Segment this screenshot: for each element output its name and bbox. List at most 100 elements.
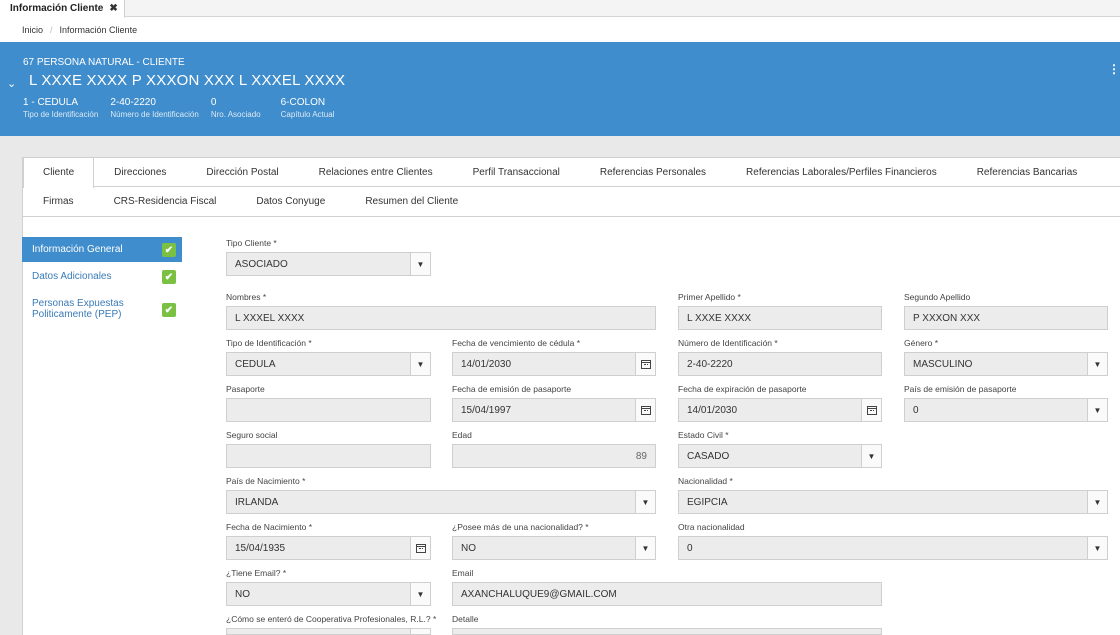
estado-civil-value: CASADO [687,450,730,462]
current-chapter-label: Capítulo Actual [280,110,335,119]
tab-resumen-cliente[interactable]: Resumen del Cliente [345,187,478,216]
side-item-informacion-general[interactable]: Información General ✔ [22,237,182,262]
close-icon[interactable]: ✖ [109,3,117,14]
caret-down-icon[interactable]: ▼ [635,537,655,559]
tab-crs-residencia-fiscal[interactable]: CRS-Residencia Fiscal [94,187,237,216]
id-number: 2-40-2220 Número de Identificación [110,97,199,119]
nombres-value: L XXXEL XXXX [235,312,305,324]
nacionalidad-select[interactable]: EGIPCIA ▼ [678,490,1108,514]
caret-down-icon[interactable] [410,629,430,634]
como-se-entero-label: ¿Cómo se enteró de Cooperativa Profesion… [226,614,437,624]
como-se-entero-select[interactable] [226,628,431,635]
fecha-emision-pasaporte-value: 15/04/1997 [461,404,512,416]
primer-apellido-label: Primer Apellido * [678,292,741,302]
client-panel: Cliente Direcciones Dirección Postal Rel… [22,157,1120,635]
caret-down-icon[interactable]: ▼ [635,491,655,513]
pasaporte-input[interactable] [226,398,431,422]
segundo-apellido-value: P XXXON XXX [913,312,981,324]
tab-firmas[interactable]: Firmas [23,187,94,216]
pais-nacimiento-select[interactable]: IRLANDA ▼ [226,490,656,514]
tab-relaciones-clientes[interactable]: Relaciones entre Clientes [299,158,453,187]
pais-emision-pasaporte-label: País de emisión de pasaporte [904,384,1017,394]
calendar-icon[interactable] [861,399,881,421]
detalle-label: Detalle [452,614,479,624]
detalle-input[interactable] [452,628,882,635]
nombres-input[interactable]: L XXXEL XXXX [226,306,656,330]
mas-nacionalidad-select[interactable]: NO ▼ [452,536,656,560]
associate-number: 0 Nro. Asociado [211,97,261,119]
caret-down-icon[interactable]: ▼ [410,253,430,275]
chevron-down-icon[interactable]: ⌄ [7,77,16,90]
tab-direcciones[interactable]: Direcciones [94,158,186,187]
tab-perfil-transaccional[interactable]: Perfil Transaccional [453,158,580,187]
calendar-icon[interactable] [635,399,655,421]
id-number-label: Número de Identificación [110,110,199,119]
otra-nacionalidad-select[interactable]: 0 ▼ [678,536,1108,560]
side-item-label: Personas Expuestas Politicamente (PEP) [32,298,124,320]
email-input[interactable]: AXANCHALUQUE9@GMAIL.COM [452,582,882,606]
tab-referencias-bancarias[interactable]: Referencias Bancarias [957,158,1098,187]
caret-down-icon[interactable]: ▼ [410,353,430,375]
tab-datos-conyuge[interactable]: Datos Conyuge [236,187,345,216]
estado-civil-label: Estado Civil * [678,430,729,440]
fecha-exp-pasaporte-input[interactable]: 14/01/2030 [678,398,882,422]
caret-down-icon[interactable]: ▼ [861,445,881,467]
side-item-pep[interactable]: Personas Expuestas Politicamente (PEP) ✔ [22,291,182,327]
pais-emision-pasaporte-select[interactable]: 0 ▼ [904,398,1108,422]
fecha-nacimiento-input[interactable]: 15/04/1935 [226,536,431,560]
pais-nacimiento-label: País de Nacimiento * [226,476,306,486]
edad-label: Edad [452,430,472,440]
email-label: Email [452,568,474,578]
document-tab-informacion-cliente[interactable]: Información Cliente ✖ [0,0,125,18]
caret-down-icon[interactable]: ▼ [1087,537,1107,559]
otra-nacionalidad-value: 0 [687,542,693,554]
tipo-cliente-select[interactable]: ASOCIADO ▼ [226,252,431,276]
client-name: L XXXE XXXX P XXXON XXX L XXXEL XXXX [29,72,346,89]
tiene-email-select[interactable]: NO ▼ [226,582,431,606]
fecha-nacimiento-value: 15/04/1935 [235,542,286,554]
caret-down-icon[interactable]: ▼ [1087,491,1107,513]
tab-referencias-personales[interactable]: Referencias Personales [580,158,726,187]
caret-down-icon[interactable]: ▼ [1087,353,1107,375]
breadcrumb: Inicio / Información Cliente [0,18,1120,42]
tipo-cliente-label: Tipo Cliente * [226,238,277,248]
fecha-venc-cedula-label: Fecha de vencimiento de cédula * [452,338,581,348]
check-icon: ✔ [162,243,176,257]
associate-number-value: 0 [210,97,217,108]
fecha-emision-pasaporte-input[interactable]: 15/04/1997 [452,398,656,422]
caret-down-icon[interactable]: ▼ [410,583,430,605]
numero-identificacion-input[interactable]: 2-40-2220 [678,352,882,376]
fecha-venc-cedula-input[interactable]: 14/01/2030 [452,352,656,376]
genero-value: MASCULINO [913,358,973,370]
caret-down-icon[interactable]: ▼ [1087,399,1107,421]
pais-emision-pasaporte-value: 0 [913,404,919,416]
primer-apellido-input[interactable]: L XXXE XXXX [678,306,882,330]
fecha-nacimiento-label: Fecha de Nacimiento * [226,522,313,532]
estado-civil-select[interactable]: CASADO ▼ [678,444,882,468]
side-item-datos-adicionales[interactable]: Datos Adicionales ✔ [22,264,182,289]
tab-direccion-postal[interactable]: Dirección Postal [186,158,298,187]
id-type-value: 1 - CEDULA [23,97,79,108]
tipo-identificacion-select[interactable]: CEDULA ▼ [226,352,431,376]
breadcrumb-home-link[interactable]: Inicio [22,25,43,35]
genero-label: Género * [904,338,939,348]
numero-identificacion-label: Número de Identificación * [678,338,778,348]
tab-cliente[interactable]: Cliente [23,157,95,188]
genero-select[interactable]: MASCULINO ▼ [904,352,1108,376]
tipo-identificacion-label: Tipo de Identificación * [226,338,312,348]
calendar-icon[interactable] [635,353,655,375]
fecha-venc-cedula-value: 14/01/2030 [461,358,512,370]
pasaporte-label: Pasaporte [226,384,265,394]
id-number-value: 2-40-2220 [110,97,156,108]
client-type-line: 67 PERSONA NATURAL - CLIENTE [23,57,185,68]
tab-referencias-laborales[interactable]: Referencias Laborales/Perfiles Financier… [726,158,957,187]
kebab-menu-icon[interactable]: ⋮ [1108,62,1120,76]
tab-row-2: Firmas CRS-Residencia Fiscal Datos Conyu… [23,187,478,216]
seguro-social-input[interactable] [226,444,431,468]
pais-nacimiento-value: IRLANDA [235,496,279,508]
tabs-bottom-divider [23,216,1120,217]
segundo-apellido-input[interactable]: P XXXON XXX [904,306,1108,330]
numero-identificacion-value: 2-40-2220 [687,358,733,370]
primer-apellido-value: L XXXE XXXX [687,312,752,324]
calendar-icon[interactable] [410,537,430,559]
